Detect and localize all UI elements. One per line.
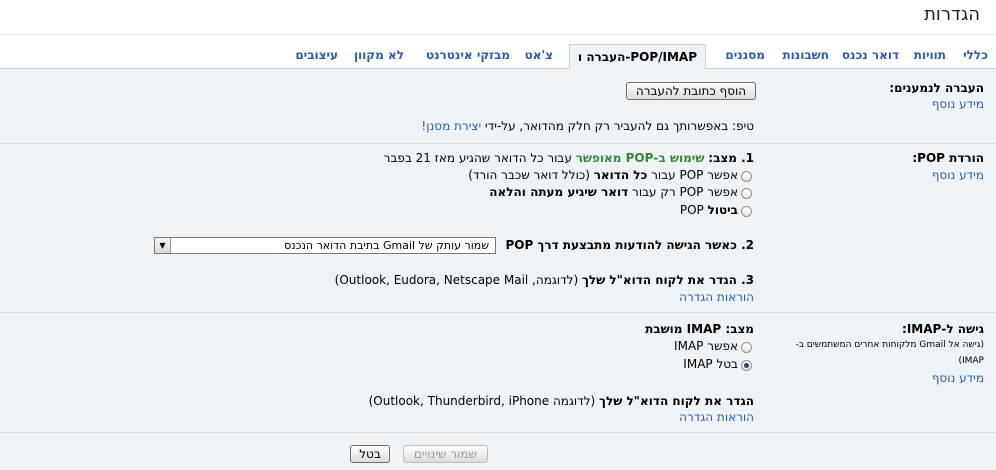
save-changes-button[interactable]: שמור שינויים [403, 445, 488, 463]
pop-action-select[interactable]: שמור עותק של Gmail בתיבת הדואר הנכנס ▼ [154, 237, 496, 254]
forwarding-tip: טיפ: באפשרותך גם להעביר רק חלק מהדואר, ע… [421, 119, 754, 133]
imap-description-1: (גישה אל Gmail מלקוחות אחרים המשתמשים ב- [795, 340, 984, 350]
imap-client: הגדר את לקוח הדוא"ל שלך (לדוגמה Outlook,… [369, 394, 754, 408]
tab-forwarding-pop-imap[interactable]: העברה ו-POP/IMAP [569, 44, 706, 71]
pop-step3-label: 3. הגדר את לקוח הדוא"ל שלך [581, 273, 754, 287]
pop-step2-label: 2. כאשר הגישה להודעות מתבצעת דרך POP [505, 238, 754, 252]
pop-label: הורדת POP: [912, 151, 984, 165]
add-forwarding-address-button[interactable]: הוסף כתובת להעברה [626, 82, 756, 100]
pop-option-disable-bold: ביטול [707, 203, 738, 217]
pop-option-new-pre: אפשר POP רק עבור [632, 185, 738, 199]
imap-more-info-link[interactable]: מידע נוסף [932, 371, 984, 385]
tab-offline[interactable]: לא מקוון [354, 48, 404, 62]
pop-step3: 3. הגדר את לקוח הדוא"ל שלך (לדוגמה, Outl… [335, 273, 754, 287]
settings-tabs: כללי תוויות דואר נכנס חשבונות מסננים העב… [0, 42, 996, 71]
chevron-down-icon: ▼ [155, 238, 171, 253]
imap-enable-radio[interactable] [741, 342, 752, 353]
imap-status-value: IMAP מושבת [645, 322, 722, 336]
tab-filters[interactable]: מסננים [725, 48, 765, 62]
pop-setup-instructions-link[interactable]: הוראות הגדרה [679, 290, 754, 304]
imap-client-label: הגדר את לקוח הדוא"ל שלך [599, 394, 754, 408]
page-title: הגדרות [924, 4, 980, 25]
create-filter-link[interactable]: יצירת מסנן! [421, 119, 481, 133]
section-divider [0, 312, 996, 313]
section-divider [0, 143, 996, 144]
section-divider [0, 432, 996, 433]
forwarding-more-info-link[interactable]: מידע נוסף [932, 97, 984, 111]
pop-option-disable-label: ביטול POP [680, 203, 738, 217]
tab-themes[interactable]: עיצובים [295, 48, 338, 62]
pop-option-disable-radio[interactable] [741, 206, 752, 217]
imap-disable-radio[interactable] [741, 360, 752, 371]
pop-option-disable-post: POP [679, 203, 704, 217]
tab-chat[interactable]: צ'אט [525, 48, 553, 62]
top-bar: הגדרות [0, 0, 996, 36]
imap-client-examples: (לדוגמה Outlook, Thunderbird, iPhone) [368, 394, 596, 408]
settings-content: העברה לנמענים: מידע נוסף הוסף כתובת להעב… [0, 69, 996, 470]
imap-disable-label: בטל IMAP [683, 357, 738, 371]
pop-option-new-bold: דואר שיגיע מעתה והלאה [489, 185, 629, 199]
pop-option-new-label: אפשר POP רק עבור דואר שיגיע מעתה והלאה [489, 185, 738, 199]
pop-step3-examples: (לדוגמה, Outlook, Eudora, Netscape Mail) [334, 273, 579, 287]
pop-option-all-radio[interactable] [741, 171, 752, 182]
tab-labels[interactable]: תוויות [914, 48, 946, 62]
pop-status: 1. מצב: שימוש ב-POP מאופשר עבור כל הדואר… [384, 151, 754, 165]
imap-description-2: IMAP) [958, 356, 984, 366]
tab-accounts[interactable]: חשבונות [782, 48, 829, 62]
imap-label: גישה ל-IMAP: [902, 322, 984, 336]
top-divider [0, 34, 996, 35]
imap-enable-label: אפשר IMAP [674, 339, 738, 353]
pop-option-new-radio[interactable] [741, 188, 752, 199]
pop-more-info-link[interactable]: מידע נוסף [932, 168, 984, 182]
imap-status-label: מצב: [725, 322, 754, 336]
tab-inbox[interactable]: דואר נכנס [842, 48, 899, 62]
forwarding-label: העברה לנמענים: [889, 81, 984, 95]
cancel-button[interactable]: בטל [350, 445, 390, 463]
pop-status-suffix: עבור כל הדואר שהגיע מאז 21 בפבר [383, 151, 572, 165]
pop-option-all-label: אפשר POP עבור כל הדואר (כולל דואר שכבר ה… [468, 168, 738, 182]
pop-step1-label: 1. מצב: [708, 151, 754, 165]
imap-status: מצב: IMAP מושבת [645, 322, 754, 336]
pop-option-all-post: (כולל דואר שכבר הורד) [468, 168, 590, 182]
pop-action-select-value: שמור עותק של Gmail בתיבת הדואר הנכנס [284, 239, 489, 252]
tab-web-clips[interactable]: מבזקי אינטרנט [426, 48, 510, 62]
pop-option-all-pre: אפשר POP עבור [651, 168, 738, 182]
pop-status-value: שימוש ב-POP מאופשר [575, 151, 705, 165]
forwarding-tip-text: טיפ: באפשרותך גם להעביר רק חלק מהדואר, ע… [485, 119, 754, 133]
imap-setup-instructions-link[interactable]: הוראות הגדרה [679, 410, 754, 424]
tab-general[interactable]: כללי [963, 48, 988, 62]
pop-option-all-bold: כל הדואר [593, 168, 648, 182]
